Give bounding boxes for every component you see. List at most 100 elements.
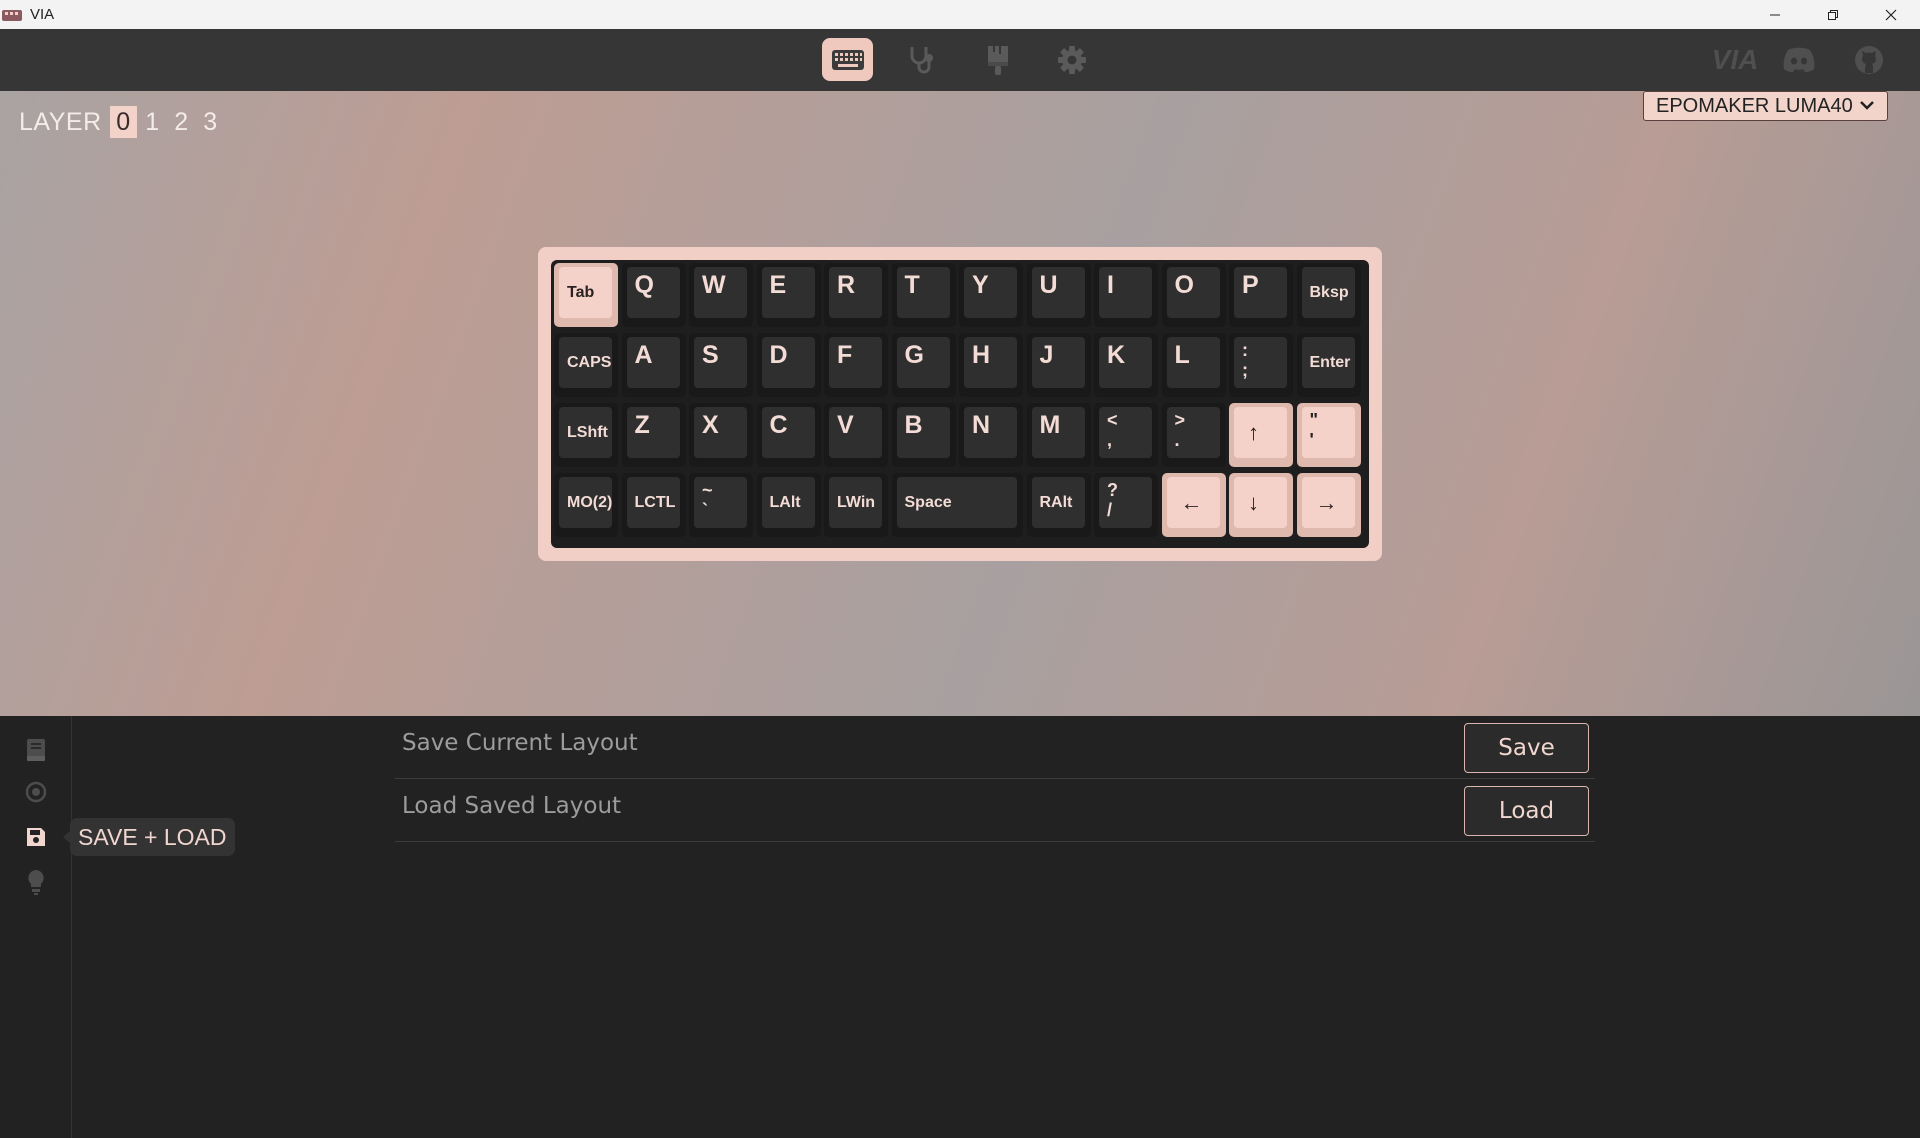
key-row1-5[interactable]: T bbox=[891, 263, 956, 327]
chevron-down-icon bbox=[1860, 101, 1874, 110]
key-legend: CAPS bbox=[567, 353, 612, 371]
key-legend: " ' bbox=[1309, 410, 1319, 450]
key-row3-8[interactable]: < , bbox=[1094, 403, 1158, 467]
key-row1-6[interactable]: Y bbox=[959, 263, 1023, 327]
key-row1-3[interactable]: E bbox=[756, 263, 821, 327]
discord-icon bbox=[1783, 47, 1815, 72]
key-row1-7[interactable]: U bbox=[1026, 263, 1091, 327]
key-row4-8[interactable]: ← bbox=[1161, 473, 1226, 537]
key-row4-4[interactable]: LWin bbox=[824, 473, 888, 537]
lightbulb-icon bbox=[28, 870, 44, 895]
key-row1-9[interactable]: O bbox=[1161, 263, 1226, 327]
key-row3-2[interactable]: X bbox=[689, 403, 753, 467]
via-logo[interactable]: VIA bbox=[1706, 38, 1764, 81]
key-row3-11[interactable]: " ' bbox=[1296, 403, 1361, 467]
key-row4-5[interactable]: Space bbox=[891, 473, 1023, 537]
layer-2-button[interactable]: 2 bbox=[168, 106, 195, 138]
key-row2-5[interactable]: G bbox=[891, 333, 956, 397]
key-row1-0[interactable]: Tab bbox=[554, 263, 618, 327]
close-button[interactable] bbox=[1862, 0, 1920, 29]
brush-icon bbox=[987, 45, 1008, 75]
discord-button[interactable] bbox=[1764, 38, 1834, 81]
key-row3-3[interactable]: C bbox=[756, 403, 821, 467]
key-row4-9[interactable]: ↓ bbox=[1229, 473, 1293, 537]
keyboard-select-value: EPOMAKER LUMA40 bbox=[1656, 94, 1853, 117]
key-legend: Space bbox=[904, 493, 952, 511]
layer-selector: LAYER 0 1 2 3 bbox=[19, 106, 226, 138]
tab-test[interactable] bbox=[896, 38, 947, 81]
minimize-button[interactable] bbox=[1746, 0, 1804, 29]
key-legend: D bbox=[769, 341, 788, 369]
key-row1-1[interactable]: Q bbox=[621, 263, 686, 327]
key-row4-3[interactable]: LAlt bbox=[756, 473, 821, 537]
key-legend: LWin bbox=[837, 493, 876, 511]
key-row2-9[interactable]: L bbox=[1161, 333, 1226, 397]
layer-0-button[interactable]: 0 bbox=[109, 106, 137, 138]
sidebar-item-layouts[interactable] bbox=[22, 736, 50, 764]
key-row1-11[interactable]: Bksp bbox=[1296, 263, 1361, 327]
key-row1-8[interactable]: I bbox=[1094, 263, 1158, 327]
restore-icon bbox=[1828, 9, 1838, 20]
key-row3-4[interactable]: V bbox=[824, 403, 888, 467]
key-legend: K bbox=[1107, 341, 1126, 369]
key-row3-1[interactable]: Z bbox=[621, 403, 686, 467]
layer-label: LAYER bbox=[19, 107, 102, 136]
tab-design[interactable] bbox=[972, 38, 1023, 81]
load-button[interactable]: Load bbox=[1464, 786, 1589, 836]
key-legend: → bbox=[1315, 489, 1338, 515]
save-button[interactable]: Save bbox=[1464, 723, 1589, 773]
key-row3-10[interactable]: ↑ bbox=[1229, 403, 1293, 467]
key-legend: I bbox=[1107, 271, 1114, 299]
key-legend: L bbox=[1174, 341, 1190, 369]
key-row2-10[interactable]: : ; bbox=[1229, 333, 1293, 397]
key-legend: T bbox=[904, 271, 920, 299]
key-row3-0[interactable]: LShft bbox=[554, 403, 618, 467]
layer-3-button[interactable]: 3 bbox=[197, 106, 224, 138]
key-legend: U bbox=[1039, 271, 1058, 299]
key-row2-3[interactable]: D bbox=[756, 333, 821, 397]
key-row2-4[interactable]: F bbox=[824, 333, 888, 397]
key-row4-2[interactable]: ~ ` bbox=[689, 473, 753, 537]
title-bar: VIA bbox=[0, 0, 1920, 29]
tab-configure[interactable] bbox=[822, 38, 873, 81]
key-row2-2[interactable]: S bbox=[689, 333, 753, 397]
keyboard-select[interactable]: EPOMAKER LUMA40 bbox=[1643, 91, 1888, 121]
key-row1-2[interactable]: W bbox=[689, 263, 753, 327]
key-row3-5[interactable]: B bbox=[891, 403, 956, 467]
key-row2-6[interactable]: H bbox=[959, 333, 1023, 397]
close-icon bbox=[1885, 9, 1897, 20]
layer-1-button[interactable]: 1 bbox=[139, 106, 166, 138]
key-legend: Bksp bbox=[1309, 283, 1349, 301]
key-row2-0[interactable]: CAPS bbox=[554, 333, 618, 397]
sidebar-item-macros[interactable] bbox=[22, 778, 50, 806]
key-row4-1[interactable]: LCTL bbox=[621, 473, 686, 537]
sidebar-item-tips[interactable] bbox=[22, 868, 50, 896]
keyboard-frame: Tab Q W E R T Y U I O P Bksp CAPS A S D F G H J K L : ; Enter LS… bbox=[538, 247, 1382, 561]
key-row4-0[interactable]: MO(2) bbox=[554, 473, 618, 537]
key-row4-6[interactable]: RAlt bbox=[1026, 473, 1091, 537]
key-legend: P bbox=[1242, 271, 1259, 299]
key-legend: R bbox=[837, 271, 856, 299]
github-button[interactable] bbox=[1834, 38, 1904, 81]
via-logo-text: VIA bbox=[1711, 43, 1759, 75]
key-row1-10[interactable]: P bbox=[1229, 263, 1293, 327]
tab-settings[interactable] bbox=[1046, 38, 1097, 81]
key-row4-10[interactable]: → bbox=[1296, 473, 1361, 537]
key-legend: ← bbox=[1180, 489, 1203, 515]
key-legend: ↑ bbox=[1248, 419, 1259, 445]
sidebar-item-save-load[interactable] bbox=[22, 823, 50, 851]
key-row3-9[interactable]: > . bbox=[1161, 403, 1226, 467]
key-row4-7[interactable]: ? / bbox=[1094, 473, 1158, 537]
key-row2-7[interactable]: J bbox=[1026, 333, 1091, 397]
key-row3-6[interactable]: N bbox=[959, 403, 1023, 467]
key-row2-11[interactable]: Enter bbox=[1296, 333, 1361, 397]
key-row2-8[interactable]: K bbox=[1094, 333, 1158, 397]
key-row2-1[interactable]: A bbox=[621, 333, 686, 397]
restore-button[interactable] bbox=[1804, 0, 1862, 29]
key-legend: N bbox=[972, 411, 991, 439]
key-row1-4[interactable]: R bbox=[824, 263, 888, 327]
window-title: VIA bbox=[30, 6, 55, 23]
key-row3-7[interactable]: M bbox=[1026, 403, 1091, 467]
github-icon bbox=[1855, 45, 1883, 74]
key-legend: G bbox=[904, 341, 924, 369]
